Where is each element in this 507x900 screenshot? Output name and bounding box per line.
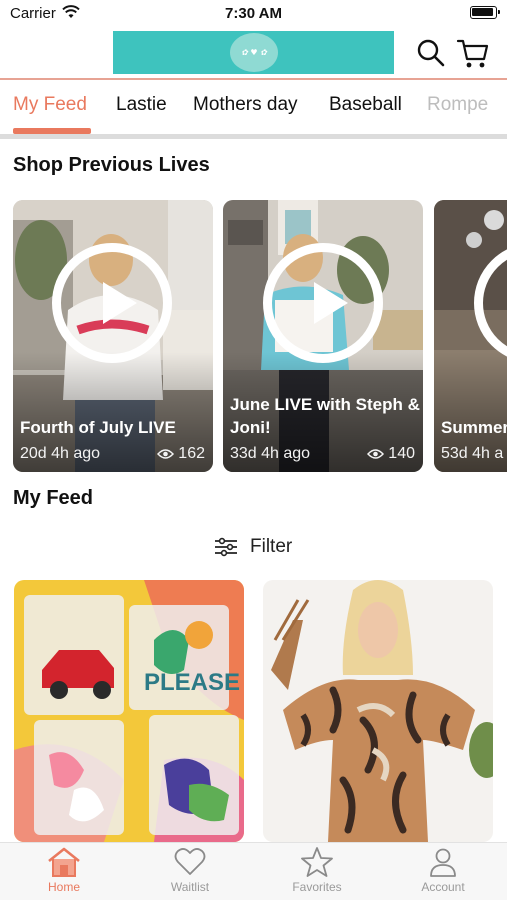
boutique-logo-icon: ✿ ♥ ✿ — [230, 33, 278, 72]
star-icon — [301, 847, 333, 877]
home-icon — [48, 847, 80, 877]
views-count: 140 — [388, 445, 415, 462]
section-title-previous-lives: Shop Previous Lives — [13, 154, 210, 176]
logo-banner[interactable]: ✿ ♥ ✿ — [113, 31, 394, 74]
status-bar: Carrier 7:30 AM — [0, 0, 507, 28]
cart-icon[interactable] — [456, 36, 490, 70]
play-icon[interactable] — [52, 243, 172, 363]
nav-account-label: Account — [421, 880, 465, 894]
app-header: ✿ ♥ ✿ — [0, 28, 507, 80]
previous-lives-carousel[interactable]: Fourth of July LIVE 20d 4h ago 162 June … — [0, 200, 507, 472]
live-title: Fourth of July LIVE — [20, 418, 176, 437]
bottom-nav: Home Waitlist Favorites Account — [0, 842, 507, 900]
eye-icon — [367, 449, 385, 459]
tab-my-feed[interactable]: My Feed — [13, 94, 87, 116]
battery-icon — [470, 6, 500, 19]
live-card[interactable]: Summer 53d 4h a — [434, 200, 507, 472]
filter-label: Filter — [250, 536, 293, 557]
heart-icon — [174, 848, 206, 875]
live-title-text: June LIVE with Steph & Joni! — [230, 395, 420, 437]
tab-rompe[interactable]: Rompe — [427, 94, 488, 116]
product-card[interactable]: PLEASE — [14, 580, 244, 842]
clock: 7:30 AM — [225, 5, 282, 22]
live-title: Summer — [441, 418, 507, 437]
category-tabs: My Feed Lastie Mothers day Baseball Romp… — [0, 80, 507, 138]
nav-favorites[interactable]: Favorites — [262, 847, 372, 899]
live-title: June LIVE with Steph & Joni! — [230, 393, 420, 439]
tab-baseball[interactable]: Baseball — [329, 94, 402, 116]
tab-mothers-day[interactable]: Mothers day — [193, 94, 298, 116]
nav-waitlist-label: Waitlist — [170, 880, 210, 894]
live-age: 20d 4h ago — [20, 445, 101, 462]
live-age: 33d 4h ago — [230, 445, 311, 462]
sliders-icon — [215, 537, 237, 557]
search-icon[interactable] — [416, 38, 446, 68]
nav-home-label: Home — [47, 880, 80, 894]
svg-text:PLEASE: PLEASE — [144, 669, 240, 696]
nav-account[interactable]: Account — [388, 847, 498, 899]
car-freshie-packs-photo: PLEASE — [14, 580, 244, 842]
snakeskin-top-model-photo — [263, 580, 493, 842]
views-count: 162 — [178, 445, 205, 462]
tab-lastie[interactable]: Lastie — [116, 94, 167, 116]
live-views: 140 — [367, 445, 415, 463]
live-age: 53d 4h a — [441, 445, 504, 462]
nav-waitlist[interactable]: Waitlist — [135, 847, 245, 899]
play-icon[interactable] — [263, 243, 383, 363]
eye-icon — [157, 449, 175, 459]
live-card[interactable]: June LIVE with Steph & Joni! 33d 4h ago … — [223, 200, 423, 472]
section-title-my-feed: My Feed — [13, 487, 94, 509]
product-card[interactable] — [263, 580, 493, 842]
tabs-divider — [0, 134, 507, 139]
nav-home[interactable]: Home — [9, 847, 119, 899]
person-icon — [430, 848, 456, 877]
filter-button[interactable]: Filter — [214, 534, 292, 560]
nav-favorites-label: Favorites — [292, 880, 342, 894]
live-views: 162 — [157, 445, 205, 463]
live-card[interactable]: Fourth of July LIVE 20d 4h ago 162 — [13, 200, 213, 472]
